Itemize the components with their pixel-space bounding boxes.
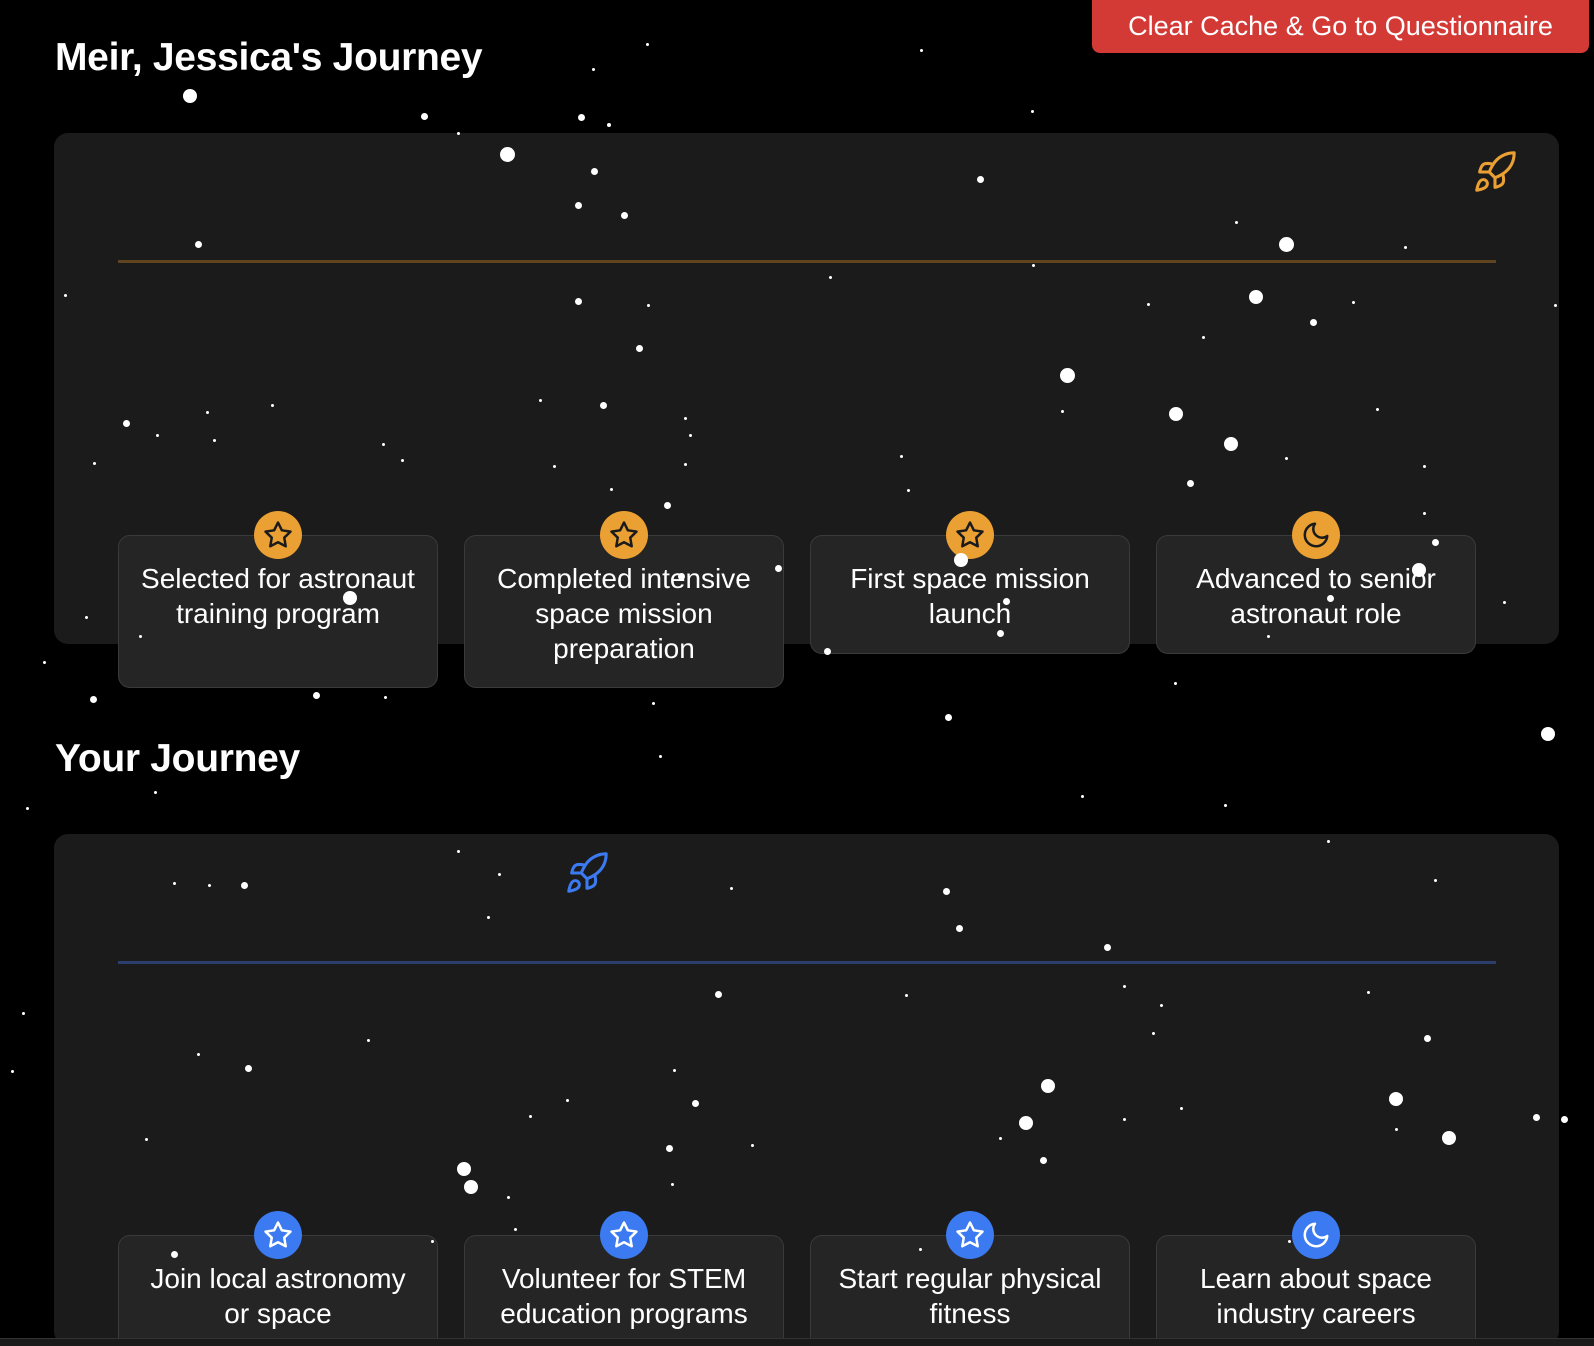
milestone-card[interactable]: Learn about space industry careers xyxy=(1156,1211,1476,1346)
star-dot xyxy=(591,67,595,71)
star-dot xyxy=(89,695,97,703)
timeline-line xyxy=(118,260,1496,263)
rocket-icon xyxy=(1472,149,1518,195)
milestone-label: Start regular physical fitness xyxy=(838,1263,1102,1329)
star-icon xyxy=(600,1211,648,1259)
journey-page: Clear Cache & Go to Questionnaire Meir, … xyxy=(0,0,1594,1346)
star-dot xyxy=(1541,727,1555,741)
star-dot xyxy=(658,754,662,758)
milestone-label: Learn about space industry careers xyxy=(1200,1263,1432,1329)
star-dot xyxy=(383,695,387,699)
star-dot xyxy=(21,1011,25,1015)
star-icon xyxy=(254,1211,302,1259)
star-dot xyxy=(577,113,585,121)
milestone-card[interactable]: Start regular physical fitness xyxy=(810,1211,1130,1346)
star-dot xyxy=(153,790,157,794)
star-dot xyxy=(42,660,46,664)
star-dot xyxy=(420,112,428,120)
moon-icon xyxy=(1292,511,1340,559)
milestone-label: Join local astronomy or space xyxy=(150,1263,406,1329)
star-dot xyxy=(1030,109,1034,113)
milestone-card[interactable]: Join local astronomy or space xyxy=(118,1211,438,1346)
star-dot xyxy=(1173,681,1177,685)
star-dot xyxy=(1223,803,1227,807)
star-dot xyxy=(312,691,320,699)
star-dot xyxy=(645,42,649,46)
section-title-mentor: Meir, Jessica's Journey xyxy=(55,36,483,79)
milestone-card[interactable]: Completed intensive space mission prepar… xyxy=(464,511,784,688)
star-dot xyxy=(25,806,29,810)
star-icon xyxy=(600,511,648,559)
star-icon xyxy=(946,1211,994,1259)
star-dot xyxy=(1080,794,1084,798)
moon-icon xyxy=(1292,1211,1340,1259)
milestone-card[interactable]: First space mission launch xyxy=(810,511,1130,654)
section-title-yours: Your Journey xyxy=(55,737,300,780)
star-dot xyxy=(1560,1115,1568,1123)
milestone-label: Selected for astronaut training program xyxy=(141,563,415,629)
star-dot xyxy=(944,713,952,721)
milestone-label: First space mission launch xyxy=(850,563,1090,629)
milestone-label: Advanced to senior astronaut role xyxy=(1196,563,1436,629)
rocket-icon xyxy=(564,850,610,896)
star-dot xyxy=(651,701,655,705)
milestone-card[interactable]: Volunteer for STEM education programs xyxy=(464,1211,784,1346)
milestone-card[interactable]: Selected for astronaut training program xyxy=(118,511,438,688)
star-icon xyxy=(946,511,994,559)
timeline-line xyxy=(118,961,1496,964)
star-dot xyxy=(607,123,611,127)
star-dot xyxy=(183,89,197,103)
horizontal-scrollbar[interactable] xyxy=(0,1338,1594,1346)
star-icon xyxy=(254,511,302,559)
milestone-label: Completed intensive space mission prepar… xyxy=(497,563,751,664)
milestone-label: Volunteer for STEM education programs xyxy=(500,1263,748,1329)
clear-cache-button[interactable]: Clear Cache & Go to Questionnaire xyxy=(1092,0,1589,53)
star-dot xyxy=(919,48,923,52)
milestone-card[interactable]: Advanced to senior astronaut role xyxy=(1156,511,1476,654)
star-dot xyxy=(10,1069,14,1073)
